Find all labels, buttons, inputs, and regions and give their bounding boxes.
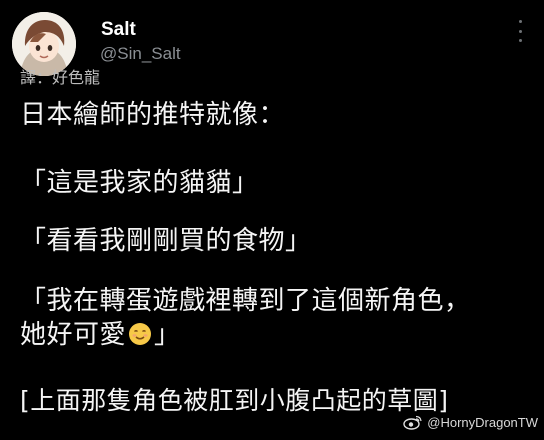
- user-handle[interactable]: @Sin_Salt: [100, 44, 181, 64]
- tweet-text-fragment: 她好可愛: [20, 320, 127, 350]
- display-name[interactable]: Salt: [101, 19, 136, 41]
- tweet-text-line: [上面那隻角色被肛到小腹凸起的草圖]: [20, 386, 449, 415]
- watermark: @HornyDragonTW: [403, 414, 538, 430]
- tweet-text-line: 她好可愛 」: [20, 320, 181, 350]
- tweet-text-line: 「看看我剛剛買的食物」: [20, 226, 312, 256]
- tweet-text-line: 日本繪師的推特就像：: [20, 100, 286, 130]
- more-vertical-icon[interactable]: [516, 20, 524, 42]
- weibo-icon: [403, 415, 422, 430]
- watermark-text: @HornyDragonTW: [427, 414, 538, 430]
- translator-credit: 譯：好色龍: [20, 68, 101, 87]
- tweet-text-line: 「這是我家的貓貓」: [20, 168, 259, 198]
- tweet-text-line: 「我在轉蛋遊戲裡轉到了這個新角色，: [20, 286, 471, 316]
- smiling-face-emoji: [129, 323, 152, 345]
- tweet-text-fragment: 」: [154, 320, 181, 350]
